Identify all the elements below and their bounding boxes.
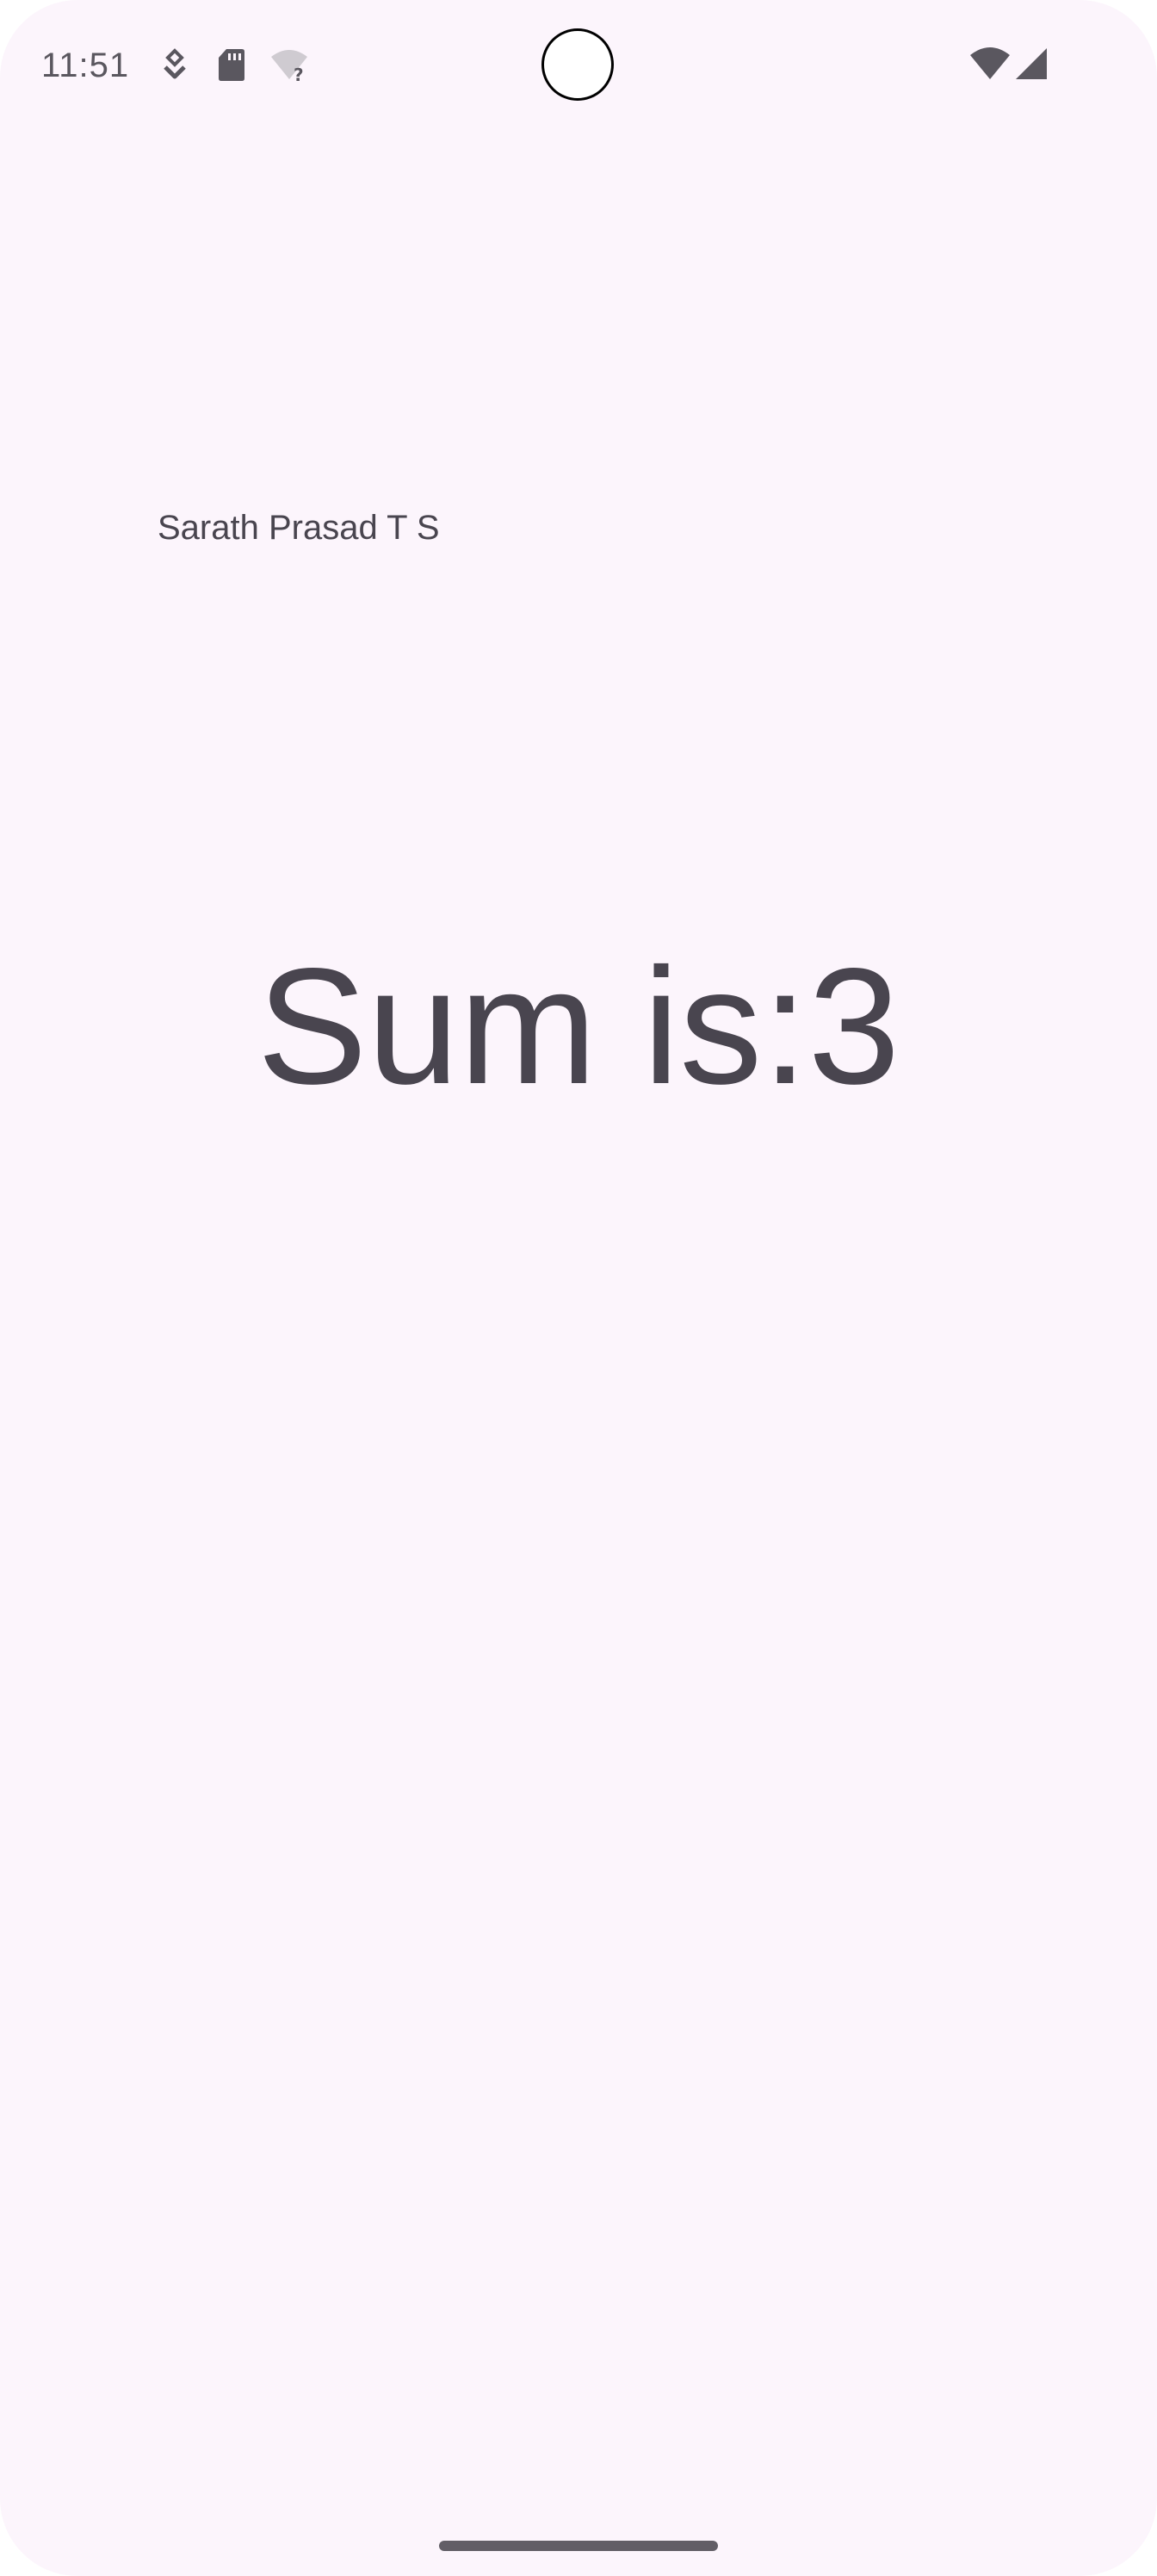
status-time: 11:51	[41, 46, 130, 84]
wifi-unknown-icon: ?	[271, 50, 307, 83]
navigation-gesture-bar[interactable]	[439, 2541, 718, 2551]
cell-signal-icon	[1016, 48, 1047, 79]
author-name-label: Sarath Prasad T S	[158, 509, 440, 547]
app-screen: 11:51 ? Sarath Prasad T S Sum is:3	[0, 0, 1157, 2576]
wifi-icon	[970, 47, 1010, 79]
sd-card-icon	[219, 49, 244, 81]
svg-text:?: ?	[294, 65, 304, 83]
camera-cutout	[541, 28, 614, 101]
sum-result-text: Sum is:3	[257, 933, 900, 1118]
status-bar: 11:51 ?	[0, 0, 1157, 129]
notification-badge-icon	[164, 48, 186, 79]
